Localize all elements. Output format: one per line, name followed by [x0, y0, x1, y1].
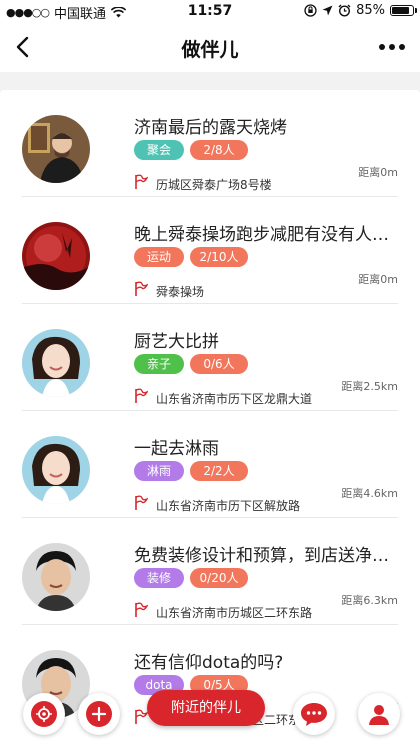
distance-text: 距离2.5km — [341, 380, 398, 393]
activity-item[interactable]: 一起去淋雨 淋雨 2/2人 山东省济南市历下区解放路 距离4.6km — [0, 411, 420, 518]
location-text: 舜泰操场 — [156, 285, 205, 299]
more-button[interactable] — [374, 34, 410, 60]
battery-percent: 85% — [356, 3, 385, 18]
location-text: 山东省济南市历下区龙鼎大道 — [156, 392, 313, 406]
participant-count: 2/10人 — [190, 247, 248, 267]
location-arrow-icon — [322, 5, 333, 16]
avatar — [22, 436, 90, 504]
profile-button[interactable] — [358, 693, 400, 735]
activity-title: 济南最后的露天烧烤 — [134, 118, 287, 138]
activity-item[interactable]: 晚上舜泰操场跑步减肥有没有人一起 运动 2/10人 舜泰操场 距离0m — [0, 197, 420, 304]
activity-title: 免费装修设计和预算，到店送净化器 — [134, 546, 396, 566]
add-icon — [86, 701, 112, 727]
more-dot-icon — [389, 44, 395, 50]
location-flag-icon — [135, 709, 148, 724]
activity-title: 晚上舜泰操场跑步减肥有没有人一起 — [134, 225, 396, 245]
avatar — [22, 115, 90, 183]
participant-count: 0/6人 — [190, 354, 248, 374]
activity-list: 济南最后的露天烧烤 聚会 2/8人 历城区舜泰广场8号楼 距离0m 晚上舜泰操场… — [0, 90, 420, 747]
category-tag: 运动 — [134, 247, 184, 267]
location-text: 历城区舜泰广场8号楼 — [156, 178, 272, 192]
nearby-partners-button[interactable]: 附近的伴儿 — [147, 690, 265, 726]
alarm-icon — [338, 4, 351, 17]
more-dot-icon — [379, 44, 385, 50]
distance-text: 距离6.3km — [341, 594, 398, 607]
distance-text: 距离0m — [358, 166, 398, 179]
avatar — [22, 329, 90, 397]
chat-button[interactable] — [293, 693, 335, 735]
location-flag-icon — [135, 388, 148, 403]
avatar — [22, 222, 90, 290]
activity-title: 还有信仰dota的吗? — [134, 653, 284, 673]
status-bar: ●●●○○ 中国联通 11:57 85% — [0, 0, 420, 22]
location-flag-icon — [135, 495, 148, 510]
activity-title: 一起去淋雨 — [134, 439, 219, 459]
location-text: 山东省济南市历城区二环东路 — [156, 606, 313, 620]
add-button[interactable] — [78, 693, 120, 735]
more-dot-icon — [399, 44, 405, 50]
category-tag: 淋雨 — [134, 461, 184, 481]
location-text: 山东省济南市历下区解放路 — [156, 499, 301, 513]
activity-item[interactable]: 厨艺大比拼 亲子 0/6人 山东省济南市历下区龙鼎大道 距离2.5km — [0, 304, 420, 411]
category-tag: 装修 — [134, 568, 184, 588]
navigation-bar: 做伴儿 — [0, 22, 420, 72]
location-flag-icon — [135, 281, 148, 296]
chat-icon — [301, 703, 327, 726]
page-title: 做伴儿 — [181, 39, 239, 61]
rotation-lock-icon — [304, 4, 317, 17]
activity-item[interactable]: 免费装修设计和预算，到店送净化器 装修 0/20人 山东省济南市历城区二环东路 … — [0, 518, 420, 625]
participant-count: 0/20人 — [190, 568, 248, 588]
location-flag-icon — [135, 602, 148, 617]
distance-text: 距离0m — [358, 273, 398, 286]
locate-icon — [31, 701, 57, 727]
profile-icon — [369, 705, 389, 725]
distance-text: 距离4.6km — [341, 487, 398, 500]
category-tag: 亲子 — [134, 354, 184, 374]
locate-button[interactable] — [23, 693, 65, 735]
participant-count: 2/8人 — [190, 140, 248, 160]
category-tag: 聚会 — [134, 140, 184, 160]
participant-count: 2/2人 — [190, 461, 248, 481]
avatar — [22, 543, 90, 611]
activity-item[interactable]: 济南最后的露天烧烤 聚会 2/8人 历城区舜泰广场8号楼 距离0m — [0, 90, 420, 197]
battery-icon — [390, 5, 417, 16]
location-flag-icon — [135, 174, 148, 189]
activity-title: 厨艺大比拼 — [134, 332, 219, 352]
